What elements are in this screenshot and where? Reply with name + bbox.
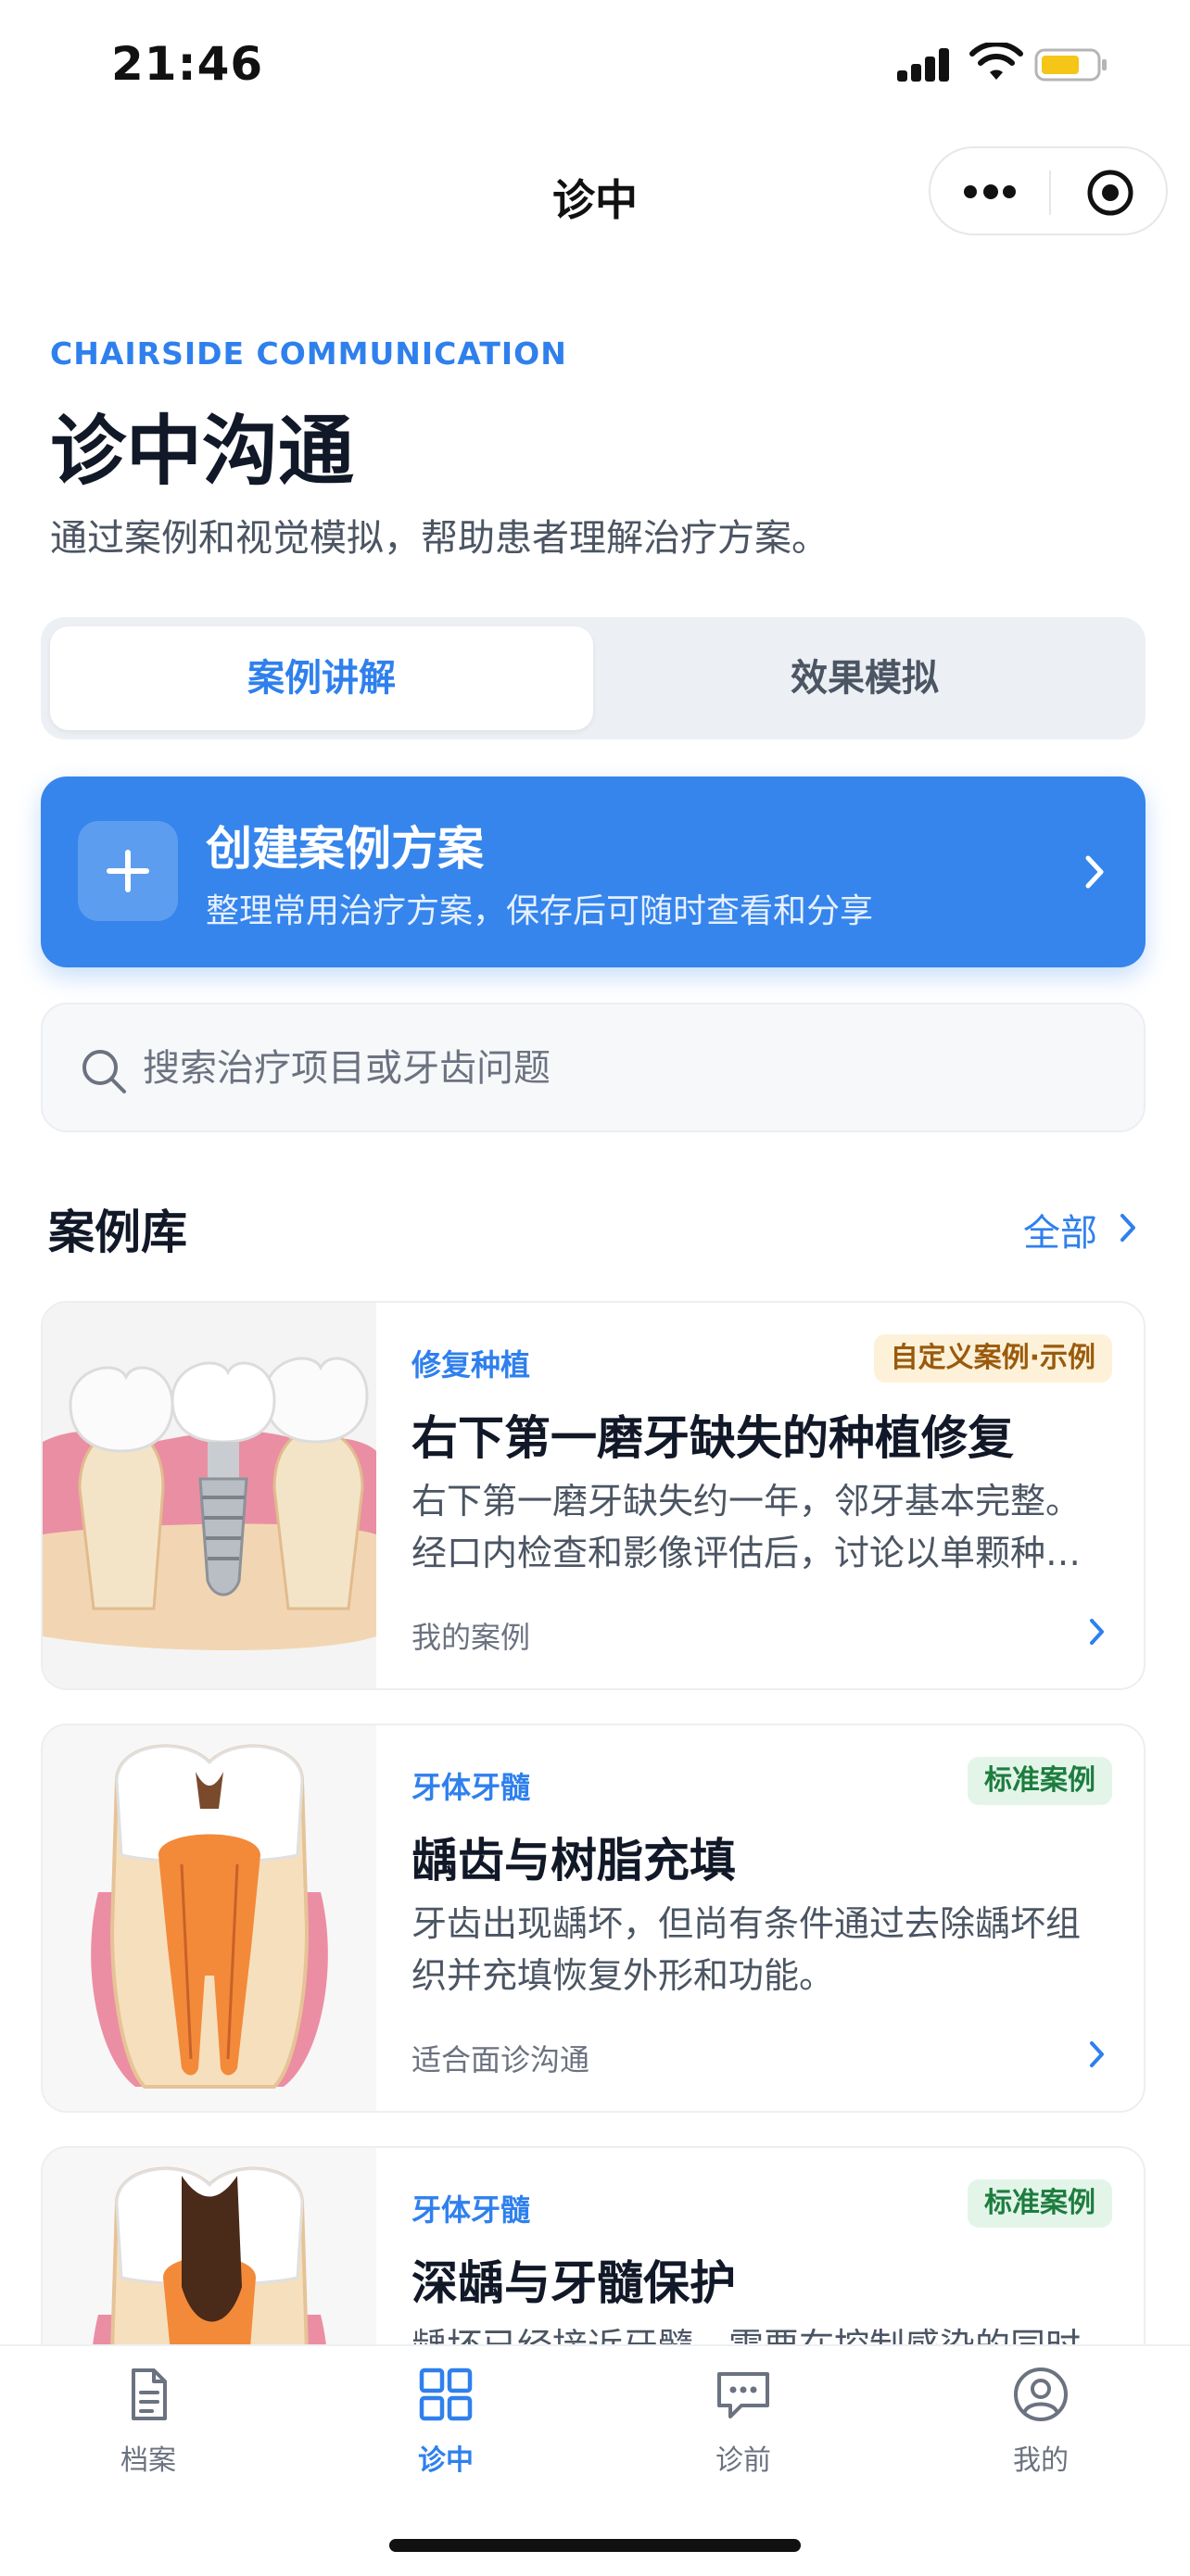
more-options-icon[interactable] bbox=[964, 180, 1016, 206]
tab-consultation[interactable]: 诊中 bbox=[353, 2365, 538, 2478]
tab-records[interactable]: 档案 bbox=[56, 2365, 241, 2478]
eyebrow-label: CHAIRSIDE COMMUNICATION bbox=[50, 335, 567, 372]
case-card[interactable]: 修复种植 自定义案例·示例 右下第一磨牙缺失的种植修复 右下第一磨牙缺失约一年，… bbox=[41, 1301, 1146, 1690]
case-title: 龋齿与树脂充填 bbox=[411, 1834, 736, 1888]
case-badge: 标准案例 bbox=[968, 1757, 1112, 1805]
battery-icon bbox=[1034, 48, 1107, 82]
home-indicator bbox=[389, 2539, 801, 2552]
case-title: 深龋与牙髓保护 bbox=[411, 2256, 736, 2310]
tab-label: 诊前 bbox=[715, 2444, 771, 2477]
create-case-title: 创建案例方案 bbox=[206, 822, 484, 876]
wifi-icon bbox=[969, 43, 1023, 80]
chevron-right-icon bbox=[1090, 2041, 1104, 2067]
case-badge: 自定义案例·示例 bbox=[873, 1334, 1112, 1383]
case-description: 右下第一磨牙缺失约一年，邻牙基本完整。经口内检查和影像评估后，讨论以单颗种… bbox=[411, 1481, 1082, 1573]
chat-icon bbox=[717, 2372, 769, 2418]
case-card[interactable]: 牙体牙髓 标准案例 龋齿与树脂充填 牙齿出现龋坏，但尚有条件通过去除龋坏组织并充… bbox=[41, 1724, 1146, 2113]
case-description: 牙齿出现龋坏，但尚有条件通过去除龋坏组织并充填恢复外形和功能。 bbox=[411, 1903, 1082, 1996]
case-badge: 标准案例 bbox=[968, 2179, 1112, 2228]
tab-profile[interactable]: 我的 bbox=[948, 2365, 1133, 2478]
case-category: 修复种植 bbox=[411, 1347, 531, 1383]
chevron-right-icon[interactable] bbox=[1118, 1210, 1138, 1245]
close-target-icon[interactable] bbox=[1086, 169, 1134, 217]
section-title: 案例库 bbox=[48, 1206, 187, 1259]
case-meta: 适合面诊沟通 bbox=[411, 2042, 590, 2077]
status-time: 21:46 bbox=[111, 37, 264, 91]
create-case-description: 整理常用治疗方案，保存后可随时查看和分享 bbox=[206, 892, 874, 930]
create-case-banner[interactable]: 创建案例方案 整理常用治疗方案，保存后可随时查看和分享 bbox=[41, 777, 1146, 967]
search-bar bbox=[41, 1003, 1146, 1132]
tab-label: 档案 bbox=[120, 2444, 176, 2477]
user-icon bbox=[1014, 2368, 1068, 2421]
tooth-cavity-cross-section bbox=[43, 1725, 376, 2111]
plus-icon bbox=[78, 821, 178, 921]
page-subtitle: 通过案例和视觉模拟，帮助患者理解治疗方案。 bbox=[50, 517, 829, 560]
mini-program-capsule bbox=[929, 146, 1168, 235]
tab-label: 诊中 bbox=[418, 2444, 474, 2477]
chevron-right-icon bbox=[1085, 855, 1104, 889]
page-title: 诊中沟通 bbox=[50, 408, 355, 496]
tab-label: 我的 bbox=[1013, 2444, 1069, 2477]
search-input[interactable] bbox=[141, 1036, 1071, 1101]
tab-case-explanation[interactable]: 案例讲解 bbox=[50, 626, 593, 730]
case-title: 右下第一磨牙缺失的种植修复 bbox=[411, 1411, 1014, 1465]
search-icon bbox=[82, 1050, 126, 1093]
tab-pre-consultation[interactable]: 诊前 bbox=[651, 2365, 836, 2478]
case-meta: 我的案例 bbox=[411, 1620, 531, 1655]
view-all-link[interactable]: 全部 bbox=[1023, 1203, 1097, 1256]
chevron-right-icon bbox=[1090, 1619, 1104, 1645]
document-icon bbox=[132, 2368, 167, 2420]
case-category: 牙体牙髓 bbox=[411, 2192, 531, 2228]
case-category: 牙体牙髓 bbox=[411, 1770, 531, 1805]
dental-implant-illustration bbox=[43, 1303, 376, 1688]
cellular-signal-icon bbox=[897, 48, 951, 82]
tab-effect-simulation[interactable]: 效果模拟 bbox=[593, 626, 1136, 730]
capsule-divider bbox=[1049, 170, 1051, 215]
grid-icon bbox=[419, 2368, 473, 2421]
segmented-control: 案例讲解 效果模拟 bbox=[41, 617, 1146, 739]
